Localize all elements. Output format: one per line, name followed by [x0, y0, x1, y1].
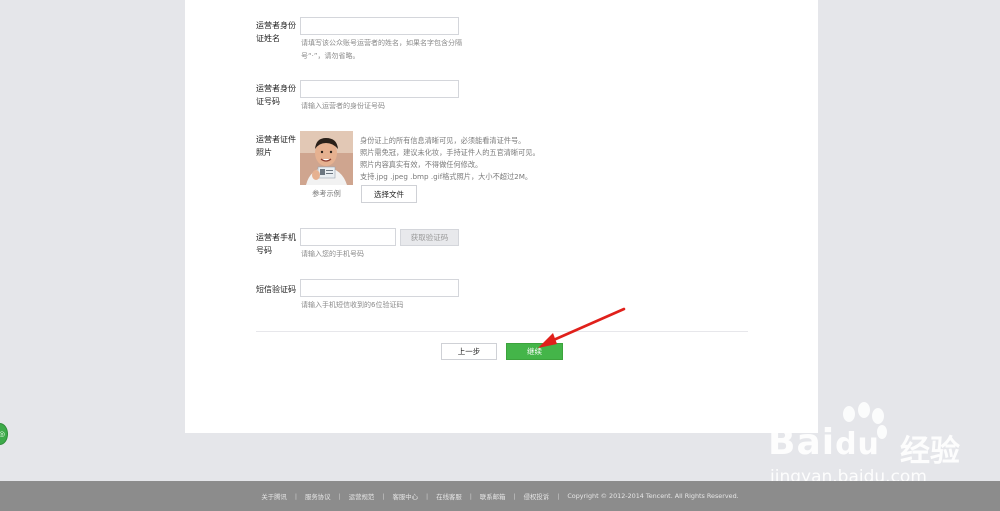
person-holding-id-icon: [300, 131, 353, 185]
photo-req-line-1: 身份证上的所有信息清晰可见，必须能看清证件号。: [360, 136, 526, 145]
name-label: 运营者身份证姓名: [256, 21, 296, 43]
footer-copyright: Copyright © 2012-2014 Tencent. All Right…: [567, 492, 739, 500]
form-divider: [256, 331, 748, 332]
id-input[interactable]: [300, 80, 459, 98]
phone-input[interactable]: [300, 228, 396, 246]
photo-requirements: 身份证上的所有信息清晰可见，必须能看清证件号。 照片需免冠，建议未化妆，手持证件…: [360, 135, 560, 183]
get-code-button[interactable]: 获取验证码: [400, 229, 459, 246]
phone-label: 运营者手机号码: [256, 233, 296, 255]
photo-req-line-4: 支持.jpg .jpeg .bmp .gif格式照片，大小不超过2M。: [360, 172, 533, 181]
watermark-brand: Bai: [768, 422, 836, 463]
footer-link-online-service[interactable]: 在线客服: [436, 492, 462, 501]
side-feedback-icon[interactable]: ◎: [0, 423, 8, 445]
watermark-brand-end: du: [835, 427, 880, 462]
name-hint-line-1: 请填写该公众账号运营者的姓名，如果名字包含分隔: [301, 39, 462, 47]
name-hint-line-2: 号“·”，请勿省略。: [301, 52, 360, 60]
id-label: 运营者身份证号码: [256, 84, 296, 106]
footer-link-complaint[interactable]: 侵权投诉: [524, 492, 550, 501]
footer-link-help[interactable]: 客服中心: [392, 492, 418, 501]
name-hint: 请填写该公众账号运营者的姓名，如果名字包含分隔 号“·”，请勿省略。: [301, 37, 462, 63]
photo-req-line-2: 照片需免冠，建议未化妆，手持证件人的五官清晰可见。: [360, 148, 540, 157]
photo-label: 运营者证件照片: [256, 135, 296, 157]
footer-link-rules[interactable]: 运营规范: [349, 492, 375, 501]
sms-code-input[interactable]: [300, 279, 459, 297]
photo-req-line-3: 照片内容真实有效，不得做任何修改。: [360, 160, 483, 169]
footer-link-email[interactable]: 联系邮箱: [480, 492, 506, 501]
sample-photo: [300, 131, 353, 185]
sms-hint: 请输入手机短信收到的6位验证码: [301, 301, 404, 309]
footer: 关于腾讯 | 服务协议 | 运营规范 | 客服中心 | 在线客服 | 联系邮箱 | 侵权投诉…: [0, 481, 1000, 511]
sms-label: 短信验证码: [256, 285, 296, 294]
form-panel: [185, 0, 818, 433]
watermark-cn: 经验: [900, 434, 960, 469]
choose-file-button[interactable]: 选择文件: [361, 185, 417, 203]
name-input[interactable]: [300, 17, 459, 35]
photo-caption: 参考示例: [312, 189, 341, 198]
id-hint: 请输入运营者的身份证号码: [301, 102, 385, 110]
footer-link-about[interactable]: 关于腾讯: [261, 492, 287, 501]
phone-hint: 请输入您的手机号码: [301, 250, 364, 258]
prev-step-button[interactable]: 上一步: [441, 343, 497, 360]
continue-button[interactable]: 继续: [506, 343, 563, 360]
footer-link-terms[interactable]: 服务协议: [305, 492, 331, 501]
baidu-jingyan-watermark: Baidu 经验 jingyan.baidu.com: [762, 402, 998, 492]
